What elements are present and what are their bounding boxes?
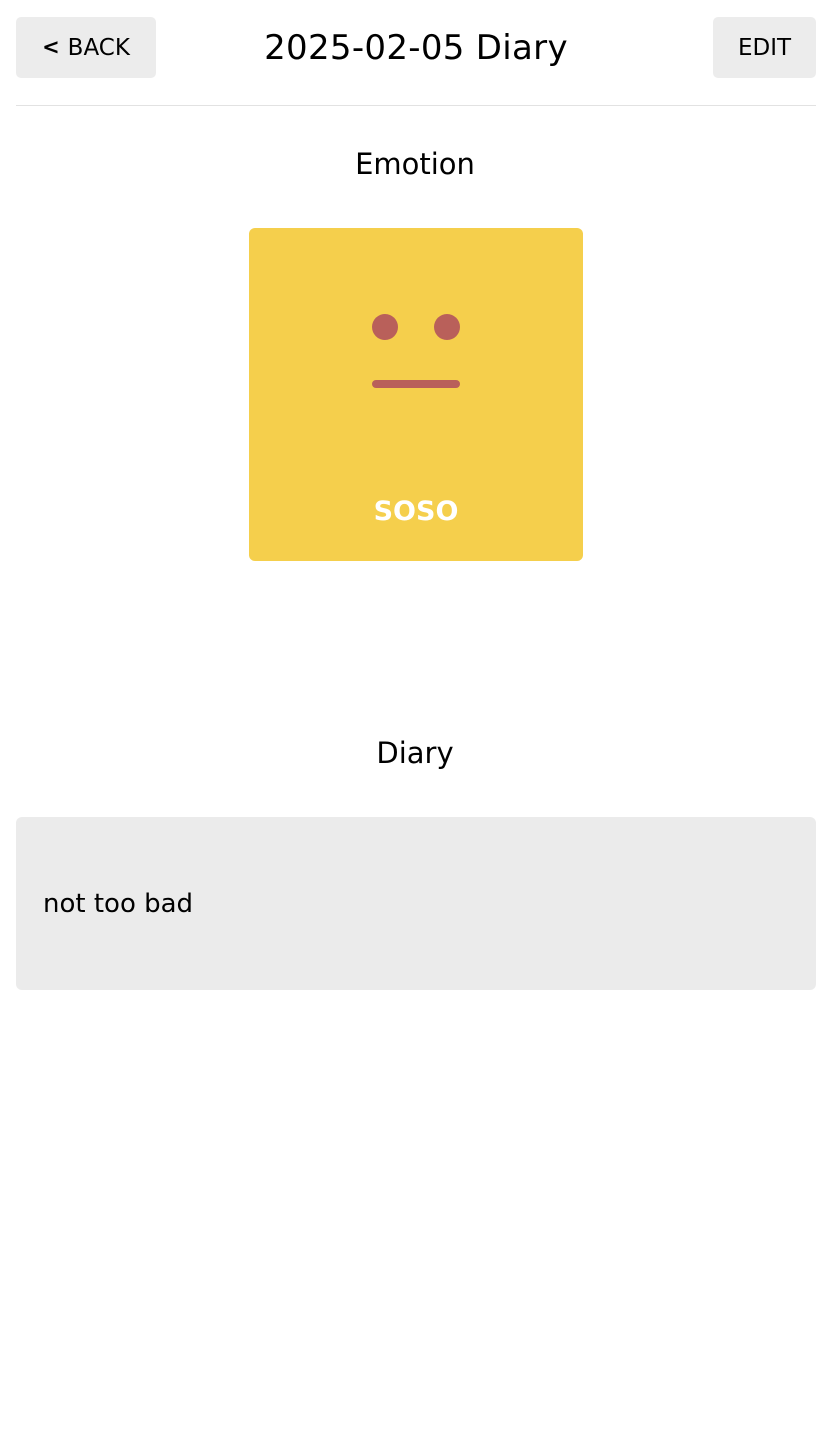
emotion-card: SOSO xyxy=(249,228,583,561)
emotion-label: SOSO xyxy=(373,496,459,527)
header: < BACK 2025-02-05 Diary EDIT xyxy=(16,17,816,78)
edit-button[interactable]: EDIT xyxy=(713,17,816,78)
neutral-face-icon xyxy=(372,314,460,388)
diary-section-title: Diary xyxy=(376,736,454,770)
back-button[interactable]: < BACK xyxy=(16,17,156,78)
chevron-left-icon: < xyxy=(42,34,60,59)
diary-detail-page: < BACK 2025-02-05 Diary EDIT Emotion SOS… xyxy=(0,0,830,1430)
emotion-section-title: Emotion xyxy=(355,147,475,181)
back-button-label: BACK xyxy=(67,34,130,61)
header-divider xyxy=(16,105,816,106)
diary-content-text: not too bad xyxy=(43,888,194,919)
diary-content-box: not too bad xyxy=(16,817,816,990)
